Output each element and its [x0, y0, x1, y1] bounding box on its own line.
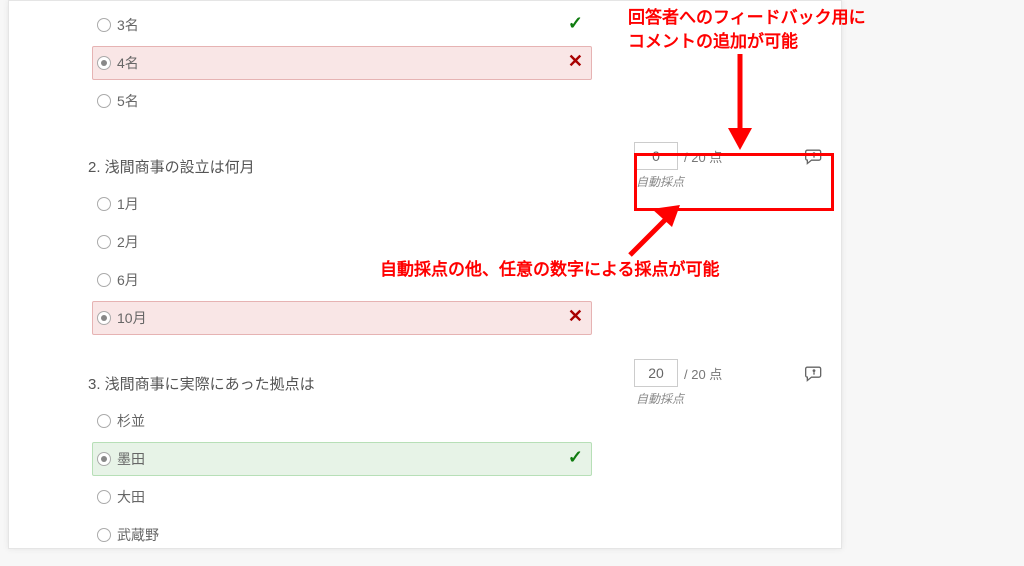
- q1-option-4[interactable]: 4名: [92, 46, 592, 80]
- option-label: 杉並: [117, 411, 145, 431]
- radio-icon: [97, 490, 111, 504]
- option-label: 4名: [117, 53, 139, 73]
- radio-icon: [97, 311, 111, 325]
- q3-option-4[interactable]: 武蔵野: [92, 518, 592, 552]
- radio-icon: [97, 56, 111, 70]
- radio-icon: [97, 414, 111, 428]
- option-label: 2月: [117, 232, 139, 252]
- option-label: 5名: [117, 91, 139, 111]
- q2-option-4[interactable]: 10月: [92, 301, 592, 335]
- q3-option-2[interactable]: 墨田: [92, 442, 592, 476]
- radio-icon: [97, 197, 111, 211]
- option-label: 大田: [117, 487, 145, 507]
- radio-icon: [97, 94, 111, 108]
- q2-score-max: / 20 点: [684, 147, 722, 166]
- q2-option-2[interactable]: 2月: [92, 225, 592, 259]
- radio-icon: [97, 273, 111, 287]
- option-label: 1月: [117, 194, 139, 214]
- feedback-icon[interactable]: [804, 146, 824, 166]
- q1-option-5[interactable]: 5名: [92, 84, 592, 118]
- option-label: 6月: [117, 270, 139, 290]
- q3-option-3[interactable]: 大田: [92, 480, 592, 514]
- q2-score-input[interactable]: [634, 142, 678, 170]
- q2-option-3[interactable]: 6月: [92, 263, 592, 297]
- feedback-icon[interactable]: [804, 363, 824, 383]
- q2-autograde-label: 自動採点: [636, 173, 824, 190]
- radio-icon: [97, 18, 111, 32]
- q3-score-input[interactable]: [634, 359, 678, 387]
- q1-option-3[interactable]: 3名: [92, 8, 592, 42]
- option-label: 10月: [117, 308, 147, 328]
- radio-icon: [97, 235, 111, 249]
- q3-option-1[interactable]: 杉並: [92, 404, 592, 438]
- q3-score-max: / 20 点: [684, 364, 722, 383]
- option-label: 墨田: [117, 449, 145, 469]
- radio-icon: [97, 528, 111, 542]
- radio-icon: [97, 452, 111, 466]
- option-label: 3名: [117, 15, 139, 35]
- q3-autograde-label: 自動採点: [636, 390, 824, 407]
- q2-option-1[interactable]: 1月: [92, 187, 592, 221]
- option-label: 武蔵野: [117, 525, 159, 545]
